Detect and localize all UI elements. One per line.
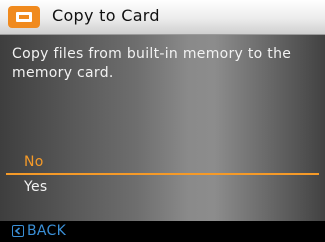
left-arrow-box-icon: [12, 225, 24, 237]
option-yes[interactable]: Yes: [0, 177, 325, 199]
back-label: BACK: [27, 223, 67, 239]
memory-card-icon: [8, 6, 40, 28]
option-yes-label: Yes: [24, 179, 48, 195]
selection-underline: [6, 173, 319, 175]
page-title: Copy to Card: [52, 6, 160, 25]
option-no-label: No: [24, 154, 44, 170]
option-no[interactable]: No: [0, 152, 325, 174]
dialog-message: Copy files from built-in memory to the m…: [12, 46, 292, 81]
title-bar: Copy to Card: [0, 0, 325, 35]
footer-bar: BACK: [0, 221, 325, 242]
copy-to-card-screen: Copy to Card Copy files from built-in me…: [0, 0, 325, 242]
